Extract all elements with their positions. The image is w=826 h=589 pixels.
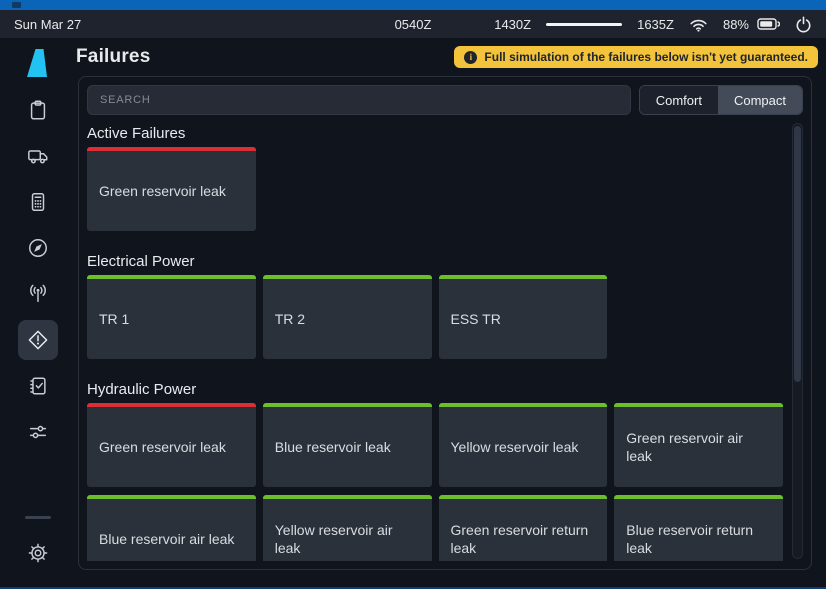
antenna-icon — [27, 283, 49, 305]
warning-banner: i Full simulation of the failures below … — [454, 46, 818, 68]
section-title: Active Failures — [87, 125, 783, 143]
vertical-scrollbar[interactable] — [792, 123, 803, 559]
sliders-icon — [27, 421, 49, 443]
failure-card-label: Green reservoir leak — [99, 182, 226, 200]
sidebar-item-performance[interactable] — [18, 182, 58, 222]
failure-card[interactable]: ESS TR — [439, 275, 608, 359]
clipboard-icon — [27, 99, 49, 121]
failures-page: Failures i Full simulation of the failur… — [76, 38, 826, 587]
failure-card-label: Blue reservoir air leak — [99, 530, 234, 548]
sidebar-item-settings[interactable] — [18, 533, 58, 573]
diamond-exclamation-icon — [27, 329, 49, 351]
failure-card[interactable]: Blue reservoir return leak — [614, 495, 783, 561]
sidebar-item-atc[interactable] — [18, 274, 58, 314]
failure-card-label: Yellow reservoir air leak — [275, 521, 420, 557]
failure-card[interactable]: Green reservoir return leak — [439, 495, 608, 561]
view-mode-toggle: Comfort Compact — [639, 85, 803, 115]
battery-percentage: 88% — [723, 17, 749, 32]
sidebar-item-dispatch[interactable] — [18, 136, 58, 176]
failure-card[interactable]: Green reservoir leak — [87, 147, 256, 231]
failure-card[interactable]: Green reservoir air leak — [614, 403, 783, 487]
failures-panel: Comfort Compact Active Failures Green res… — [78, 76, 812, 570]
view-mode-comfort-button[interactable]: Comfort — [640, 86, 718, 114]
compass-icon — [27, 237, 49, 259]
failure-card-label: Green reservoir air leak — [626, 429, 771, 465]
failure-card-label: Green reservoir leak — [99, 438, 226, 456]
failure-card[interactable]: TR 1 — [87, 275, 256, 359]
wifi-icon — [689, 17, 708, 32]
failure-card-label: Green reservoir return leak — [451, 521, 596, 557]
failure-card[interactable]: TR 2 — [263, 275, 432, 359]
sidebar-item-dashboard[interactable] — [18, 90, 58, 130]
gear-icon — [27, 542, 49, 564]
page-title: Failures — [76, 46, 150, 68]
warning-text: Full simulation of the failures below is… — [484, 50, 808, 64]
window-menu-icon — [12, 2, 21, 8]
power-icon[interactable] — [795, 16, 812, 33]
sidebar-item-checklists[interactable] — [18, 366, 58, 406]
battery-icon — [757, 18, 780, 30]
calculator-icon — [27, 191, 49, 213]
failure-section: Electrical Power TR 1 TR 2 ESS TR — [87, 253, 783, 359]
failure-section: Active Failures Green reservoir leak — [87, 125, 783, 231]
failure-card[interactable]: Green reservoir leak — [87, 403, 256, 487]
scrollbar-thumb[interactable] — [794, 126, 801, 382]
sidebar-item-failures[interactable] — [18, 320, 58, 360]
sidebar-divider — [25, 516, 51, 519]
truck-icon — [27, 145, 49, 167]
sections: Active Failures Green reservoir leak Elect… — [87, 125, 803, 561]
failure-card[interactable]: Yellow reservoir leak — [439, 403, 608, 487]
status-date: Sun Mar 27 — [14, 17, 81, 32]
statusbar: Sun Mar 27 0540Z 1430Z 1635Z 88% — [0, 10, 826, 38]
sidebar — [0, 38, 76, 587]
failure-section: Hydraulic Power Green reservoir leak Blue … — [87, 381, 783, 561]
view-mode-compact-button[interactable]: Compact — [718, 86, 802, 114]
failure-card-label: Blue reservoir return leak — [626, 521, 771, 557]
failure-card[interactable]: Blue reservoir air leak — [87, 495, 256, 561]
failure-card[interactable]: Yellow reservoir air leak — [263, 495, 432, 561]
failure-card[interactable]: Blue reservoir leak — [263, 403, 432, 487]
slider-end-time: 1635Z — [637, 17, 674, 32]
section-title: Electrical Power — [87, 253, 783, 271]
time-slider[interactable] — [546, 23, 622, 26]
failures-scroll-area: Active Failures Green reservoir leak Elect… — [87, 123, 803, 561]
slider-start-time: 1430Z — [494, 17, 531, 32]
failure-card-label: ESS TR — [451, 310, 501, 328]
failure-card-label: TR 2 — [275, 310, 305, 328]
sidebar-item-presets[interactable] — [18, 412, 58, 452]
failure-card-label: Yellow reservoir leak — [451, 438, 579, 456]
failure-card-label: TR 1 — [99, 310, 129, 328]
failure-card-label: Blue reservoir leak — [275, 438, 391, 456]
info-icon: i — [464, 51, 477, 64]
window-titlebar[interactable] — [0, 0, 826, 10]
search-input[interactable] — [87, 85, 631, 115]
flybywire-logo-icon — [25, 48, 51, 78]
sidebar-item-navigation[interactable] — [18, 228, 58, 268]
checklist-icon — [27, 375, 49, 397]
section-title: Hydraulic Power — [87, 381, 783, 399]
